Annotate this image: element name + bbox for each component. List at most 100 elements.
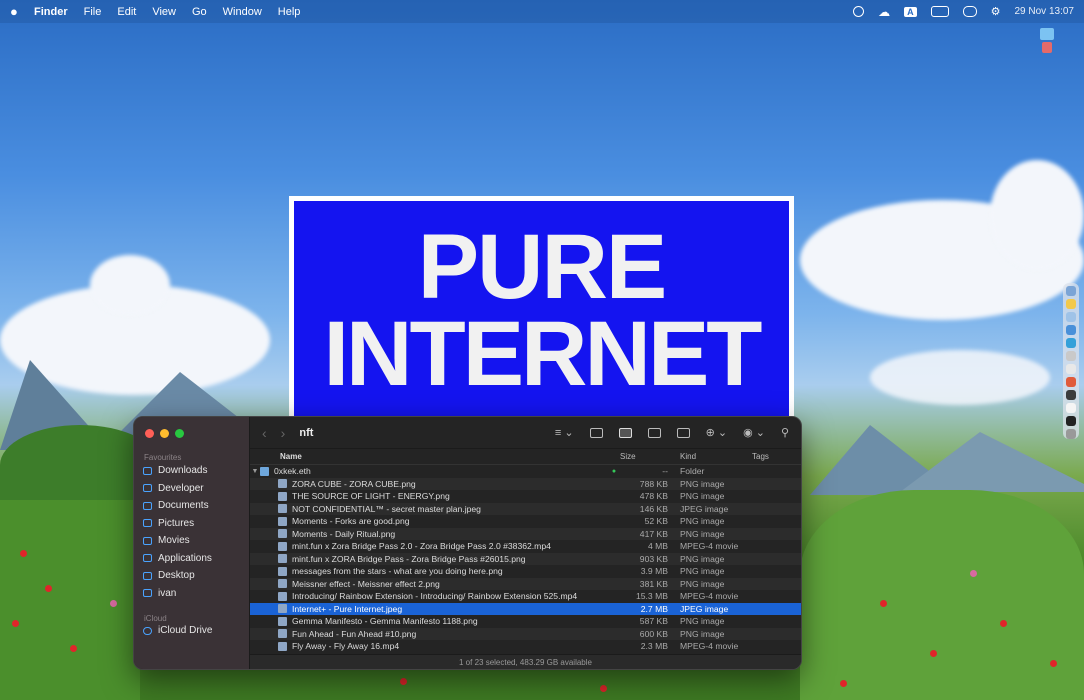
- dock-app-icon[interactable]: [1066, 286, 1076, 296]
- file-size: 15.3 MB: [635, 591, 668, 602]
- sidebar-item-label: Applications: [158, 552, 212, 564]
- sync-status-icon: ●: [611, 467, 617, 475]
- file-row[interactable]: Moments - Daily Ritual.png 417 KB PNG imag…: [250, 527, 801, 540]
- dock-app-icon[interactable]: [1066, 416, 1076, 426]
- back-button[interactable]: ‹: [262, 425, 267, 441]
- file-row[interactable]: Moments - Forks are good.png 52 KB PNG ima…: [250, 515, 801, 528]
- file-size: 381 KB: [639, 578, 668, 589]
- sidebar-item-applications[interactable]: Applications: [143, 551, 212, 566]
- file-size: 478 KB: [639, 491, 668, 502]
- apple-icon[interactable]: ●: [10, 4, 24, 19]
- file-row[interactable]: THE SOURCE OF LIGHT - ENERGY.png 478 KB PN…: [250, 490, 801, 503]
- desktop-file-icon[interactable]: [1042, 42, 1052, 53]
- column-tags[interactable]: Tags: [752, 452, 769, 461]
- disclosure-triangle-icon[interactable]: ▼: [250, 468, 260, 475]
- sidebar-item-downloads[interactable]: Downloads: [143, 463, 207, 478]
- dock-app-icon[interactable]: [1066, 377, 1076, 387]
- flower: [930, 650, 937, 657]
- action-menu-icon[interactable]: ⊕ ⌄: [706, 426, 728, 439]
- file-row[interactable]: NOT CONFIDENTIAL™ - secret master plan.j…: [250, 502, 801, 515]
- sidebar-item-developer[interactable]: Developer: [143, 481, 204, 496]
- sidebar-item-pictures[interactable]: Pictures: [143, 516, 194, 531]
- file-kind: PNG image: [680, 628, 725, 639]
- sidebar-item-desktop[interactable]: Desktop: [143, 568, 195, 583]
- flower: [45, 585, 52, 592]
- dock-app-icon[interactable]: [1066, 325, 1076, 335]
- meadow: [0, 500, 140, 700]
- file-name: Internet+ - Pure Internet.jpeg: [292, 603, 403, 614]
- dock-app-icon[interactable]: [1066, 403, 1076, 413]
- image-file-icon: [278, 616, 287, 626]
- file-row[interactable]: Internet+ - Pure Internet.jpeg 2.7 MB JPEG…: [250, 602, 801, 615]
- file-row[interactable]: Meissner effect - Meissner effect 2.png 3…: [250, 577, 801, 590]
- control-center-icon[interactable]: ⚙: [991, 5, 1001, 18]
- dock-app-icon[interactable]: [1066, 364, 1076, 374]
- desktop-file-icon[interactable]: [1040, 28, 1054, 40]
- dock-app-icon[interactable]: [1066, 351, 1076, 361]
- sidebar-item-documents[interactable]: Documents: [143, 498, 209, 513]
- close-button[interactable]: [145, 429, 154, 438]
- gallery-view-button[interactable]: [676, 427, 690, 438]
- file-row[interactable]: Introducing/ Rainbow Extension - Introdu…: [250, 590, 801, 603]
- menu-window[interactable]: Window: [223, 6, 262, 18]
- zoom-button[interactable]: [175, 429, 184, 438]
- file-kind: PNG image: [680, 553, 725, 564]
- menu-edit[interactable]: Edit: [117, 6, 136, 18]
- menu-clock[interactable]: 29 Nov 13:07: [1015, 6, 1075, 17]
- image-file-icon: [278, 554, 287, 564]
- dock-app-icon[interactable]: [1066, 299, 1076, 309]
- menu-app-name[interactable]: Finder: [34, 6, 68, 18]
- file-row[interactable]: messages from the stars - what are you d…: [250, 565, 801, 578]
- sidebar-item-movies[interactable]: Movies: [143, 533, 190, 548]
- file-kind: PNG image: [680, 616, 725, 627]
- sidebar-item-icloud-drive[interactable]: iCloud Drive: [143, 623, 212, 638]
- file-row[interactable]: ZORA CUBE - ZORA CUBE.png 788 KB PNG image: [250, 477, 801, 490]
- file-name: Moments - Forks are good.png: [292, 516, 410, 527]
- file-row[interactable]: Fly Away - Fly Away 16.mp4 2.3 MB MPEG-4 m…: [250, 640, 801, 653]
- input-source-icon[interactable]: A: [904, 6, 917, 17]
- flower: [20, 550, 27, 557]
- folder-row[interactable]: ▼ 0xkek.eth ● -- Folder: [250, 465, 801, 478]
- list-view-button[interactable]: [618, 427, 632, 438]
- sidebar-item-label: Documents: [158, 500, 209, 511]
- column-size[interactable]: Size: [620, 452, 680, 461]
- file-size: 417 KB: [639, 528, 668, 539]
- menu-help[interactable]: Help: [278, 6, 301, 18]
- file-row[interactable]: mint.fun x ZORA Bridge Pass - Zora Bridg…: [250, 552, 801, 565]
- share-icon[interactable]: ◉ ⌄: [743, 426, 765, 439]
- menu-go[interactable]: Go: [192, 6, 207, 18]
- dock-app-icon[interactable]: [1066, 338, 1076, 348]
- cloud-icon[interactable]: ☁: [878, 5, 890, 19]
- image-file-icon: [278, 516, 287, 526]
- dock-trash-icon[interactable]: [1066, 429, 1076, 439]
- file-row[interactable]: Gemma Manifesto - Gemma Manifesto 1188.p…: [250, 615, 801, 628]
- cloud: [90, 255, 170, 315]
- file-row[interactable]: Fun Ahead - Fun Ahead #10.png 600 KB PNG i…: [250, 627, 801, 640]
- flower: [110, 600, 117, 607]
- column-view-button[interactable]: [647, 427, 661, 438]
- file-name: mint.fun x Zora Bridge Pass 2.0 - Zora B…: [292, 541, 551, 552]
- forward-button[interactable]: ›: [281, 425, 286, 441]
- menu-view[interactable]: View: [152, 6, 176, 18]
- screen-mirror-icon[interactable]: [962, 6, 977, 17]
- dock-app-icon[interactable]: [1066, 390, 1076, 400]
- movie-file-icon: [278, 541, 287, 551]
- file-kind: PNG image: [680, 478, 725, 489]
- column-kind[interactable]: Kind: [680, 452, 752, 461]
- dock-app-icon[interactable]: [1066, 312, 1076, 322]
- menu-file[interactable]: File: [84, 6, 102, 18]
- flower: [1050, 660, 1057, 667]
- minimize-button[interactable]: [160, 429, 169, 438]
- file-name: Moments - Daily Ritual.png: [292, 528, 396, 539]
- image-file-icon: [278, 604, 287, 614]
- icon-view-button[interactable]: [589, 427, 603, 438]
- column-name[interactable]: Name: [280, 452, 620, 461]
- sidebar-item-ivan[interactable]: ivan: [143, 586, 176, 601]
- status-bar: 1 of 23 selected, 483.29 GB available: [250, 654, 801, 669]
- group-by-icon[interactable]: ≡ ⌄: [555, 426, 574, 439]
- battery-icon[interactable]: [930, 6, 949, 17]
- file-row[interactable]: mint.fun x Zora Bridge Pass 2.0 - Zora B…: [250, 540, 801, 553]
- record-icon[interactable]: [853, 6, 865, 17]
- cloud: [870, 350, 1050, 405]
- search-icon[interactable]: ⚲: [781, 426, 789, 439]
